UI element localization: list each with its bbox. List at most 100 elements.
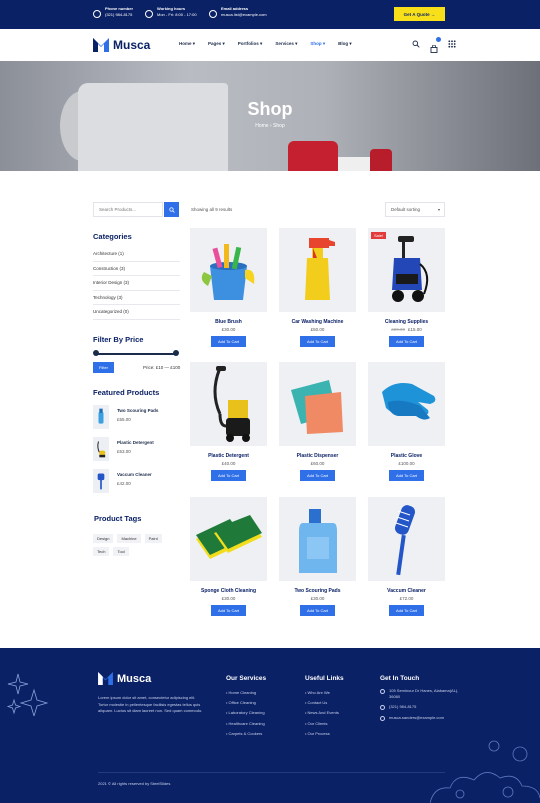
featured-product[interactable]: Plastic Detergent £53.00: [93, 437, 183, 465]
add-to-cart-button[interactable]: Add To Cart: [211, 605, 246, 616]
page-hero-banner: Shop Home › Shop: [0, 61, 540, 171]
cloth-icon: [291, 380, 343, 434]
footer-useful-link[interactable]: • Our Clients: [305, 719, 339, 729]
search-icon[interactable]: [412, 40, 420, 48]
footer-service-link[interactable]: • Laboratory Cleaning: [226, 708, 265, 718]
tag-paint[interactable]: Paint: [144, 534, 162, 543]
add-to-cart-button[interactable]: Add To Cart: [211, 470, 246, 481]
product-name[interactable]: Car Washing Machine: [279, 319, 356, 325]
featured-product-price: £55.00: [117, 417, 131, 422]
footer-service-link[interactable]: • Office Cleaning: [226, 698, 265, 708]
get-a-quote-button[interactable]: Get A Quote →: [394, 7, 445, 21]
footer-phone[interactable]: (321) 984-8175: [380, 704, 460, 710]
main-header: Musca Home ▾ Pages ▾ Portfolios ▾ Servic…: [0, 29, 540, 61]
price-slider-max-handle[interactable]: [173, 350, 179, 356]
add-to-cart-button[interactable]: Add To Cart: [389, 605, 424, 616]
footer-services-heading: Our Services: [226, 675, 267, 682]
product-name[interactable]: Plastic Detergent: [190, 453, 267, 459]
footer-useful-link[interactable]: • Who Are We: [305, 688, 339, 698]
product-image[interactable]: [279, 228, 356, 312]
add-to-cart-button[interactable]: Add To Cart: [389, 470, 424, 481]
add-to-cart-button[interactable]: Add To Cart: [300, 336, 335, 347]
product-image[interactable]: [368, 362, 445, 446]
category-item[interactable]: Interior Design (3): [93, 276, 180, 291]
tag-machine[interactable]: Machine: [117, 534, 141, 543]
category-item[interactable]: Construction (3): [93, 262, 180, 276]
tag-tech[interactable]: Tech: [93, 547, 110, 556]
featured-product[interactable]: Two Scouring Pads £55.00: [93, 405, 183, 433]
featured-product[interactable]: Vaccum Cleaner £42.00: [93, 469, 183, 497]
footer-useful-link[interactable]: • News And Events: [305, 708, 339, 718]
product-name[interactable]: Blue Brush: [190, 319, 267, 325]
logo-text: Musca: [113, 38, 151, 52]
cart-icon[interactable]: [430, 37, 441, 53]
product-image[interactable]: [190, 497, 267, 581]
category-item[interactable]: Technology (3): [93, 291, 180, 305]
category-list: Architecture (1) Construction (3) Interi…: [93, 247, 180, 320]
phone-value[interactable]: (321) 984-8175: [105, 12, 133, 18]
nav-portfolios[interactable]: Portfolios ▾: [238, 41, 263, 47]
nav-shop[interactable]: Shop ▾: [310, 41, 325, 47]
nav-services[interactable]: Services ▾: [275, 41, 297, 47]
product-image[interactable]: [190, 362, 267, 446]
product-name[interactable]: Vaccum Cleaner: [368, 588, 445, 594]
add-to-cart-button[interactable]: Add To Cart: [211, 336, 246, 347]
add-to-cart-button[interactable]: Add To Cart: [389, 336, 424, 347]
product-name[interactable]: Sponge Cloth Cleaning: [190, 588, 267, 594]
product-price: £30.00: [221, 596, 236, 601]
product-name[interactable]: Two Scouring Pads: [279, 588, 356, 594]
product-image[interactable]: [190, 228, 267, 312]
footer-email[interactable]: musca.sanders@example.com: [380, 715, 460, 721]
footer-useful-link[interactable]: • Contact Us: [305, 698, 339, 708]
grid-menu-icon[interactable]: [448, 40, 456, 48]
tag-tool[interactable]: Tool: [113, 547, 129, 556]
copyright-text: 2021 © All rights reserved by SteelSlide…: [98, 781, 171, 786]
product-card: Sale! Cleaning Supplies £20.00 £15.00 Add…: [368, 228, 445, 347]
product-card: Car Washing Machine £50.00 Add To Cart: [279, 228, 356, 347]
footer-service-link[interactable]: • Home Cleaning: [226, 688, 265, 698]
product-image[interactable]: Sale!: [368, 228, 445, 312]
sorting-select[interactable]: Default sorting ▾: [385, 202, 445, 217]
price-range-label: Price: £10 — £100: [143, 365, 181, 370]
nav-blog[interactable]: Blog ▾: [338, 41, 352, 47]
footer-logo[interactable]: Musca: [98, 672, 151, 685]
product-name[interactable]: Cleaning Supplies: [368, 319, 445, 325]
product-search-button[interactable]: [164, 202, 179, 217]
breadcrumb-home[interactable]: Home: [255, 123, 268, 129]
featured-products-heading: Featured Products: [93, 388, 160, 397]
email-value[interactable]: musca.list@example.com: [221, 12, 267, 18]
product-search-input[interactable]: Search Products...: [93, 202, 163, 217]
featured-product-thumb: [93, 437, 109, 461]
nav-home[interactable]: Home ▾: [179, 41, 195, 47]
price-slider-track[interactable]: [95, 353, 177, 355]
filter-button[interactable]: Filter: [93, 362, 114, 373]
sponge-icon: [196, 515, 262, 559]
footer-services-list: • Home Cleaning • Office Cleaning • Labo…: [226, 688, 265, 739]
price-slider-min-handle[interactable]: [93, 350, 99, 356]
logo-mark-icon: [98, 672, 113, 685]
add-to-cart-button[interactable]: Add To Cart: [300, 605, 335, 616]
footer-link-label: Who Are We: [307, 690, 330, 695]
footer-service-link[interactable]: • Carpets & Cookers: [226, 729, 265, 739]
product-price: £60.00: [310, 461, 325, 466]
tag-design[interactable]: Design: [93, 534, 114, 543]
filter-by-price-heading: Filter By Price: [93, 335, 144, 344]
product-name[interactable]: Plastic Glove: [368, 453, 445, 459]
product-image[interactable]: [368, 497, 445, 581]
product-image[interactable]: [279, 497, 356, 581]
footer-service-link[interactable]: • Healthcare Cleaning: [226, 719, 265, 729]
product-price: £20.00 £15.00: [368, 327, 445, 332]
product-image[interactable]: [279, 362, 356, 446]
product-price: £30.00: [221, 327, 236, 332]
product-price: £100.00: [398, 461, 415, 466]
site-logo[interactable]: Musca: [93, 38, 150, 52]
product-name[interactable]: Plastic Dispenser: [279, 453, 356, 459]
product-old-price: £20.00: [391, 327, 405, 332]
category-item[interactable]: Uncategorized (0): [93, 305, 180, 320]
footer-useful-link[interactable]: • Our Process: [305, 729, 339, 739]
category-item[interactable]: Architecture (1): [93, 247, 180, 262]
add-to-cart-button[interactable]: Add To Cart: [300, 470, 335, 481]
product-card: Plastic Dispenser £60.00 Add To Cart: [279, 362, 356, 481]
nav-pages[interactable]: Pages ▾: [208, 41, 225, 47]
bubbles-decoration-icon: [430, 740, 540, 803]
